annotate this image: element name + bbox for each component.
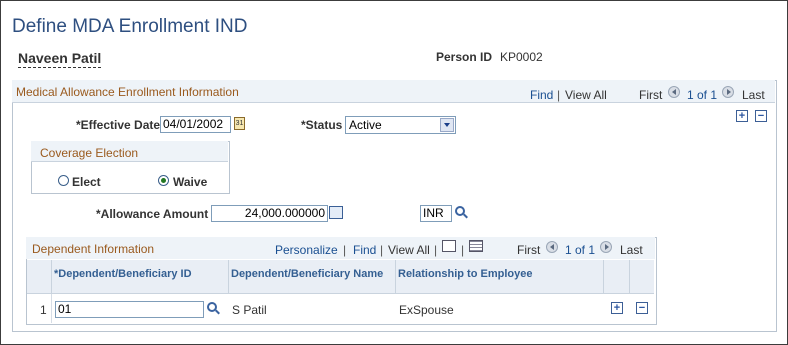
dependents-last-label: Last [620,243,643,257]
elect-radio[interactable] [58,175,69,186]
dependents-header-title: Dependent Information [32,242,155,256]
new-window-icon[interactable] [442,240,456,252]
row-number-column-header [27,260,52,294]
status-select-value: Active [349,118,382,132]
grid-download-icon[interactable] [469,240,483,252]
calculator-icon[interactable] [329,206,343,219]
status-label: *Status [301,118,343,132]
person-id-label: Person ID [436,50,493,64]
enrollment-last-label: Last [742,88,765,102]
dependents-find-link[interactable]: Find [353,243,376,257]
status-select[interactable]: Active [345,116,456,134]
waive-radio[interactable] [158,175,169,186]
dependent-id-input[interactable]: 01 [55,301,204,318]
page-title: Define MDA Enrollment IND [12,16,248,37]
next-row-icon[interactable] [722,86,734,98]
column-header-dependent-id[interactable]: *Dependent/Beneficiary ID [52,260,229,294]
add-dependent-row-button[interactable]: + [611,302,623,314]
person-name: Naveen Patil [18,50,102,68]
separator: | [434,243,438,257]
add-column-header [604,260,630,294]
previous-row-icon[interactable] [546,241,558,253]
enrollment-row-count: 1 of 1 [687,88,718,102]
previous-row-icon[interactable] [668,86,680,98]
delete-dependent-row-button[interactable]: − [636,302,648,314]
row-number: 1 [40,303,47,317]
dependents-row-count: 1 of 1 [565,243,596,257]
relationship-value: ExSpouse [399,303,454,317]
allowance-amount-label: *Allowance Amount [96,207,209,221]
effective-date-label: *Effective Date [76,118,161,132]
next-row-icon[interactable] [600,241,612,253]
column-header-relationship[interactable]: Relationship to Employee [396,260,604,294]
calendar-icon[interactable]: 31 [234,117,245,130]
dependent-name-value: S Patil [232,303,267,317]
dependents-view-all-link[interactable]: View All [388,243,430,257]
dependents-first-label: First [517,243,541,257]
chevron-down-icon [440,118,454,132]
separator: | [343,243,347,257]
separator: | [380,243,384,257]
enrollment-first-label: First [639,88,663,102]
column-header-dependent-name[interactable]: Dependent/Beneficiary Name [229,260,396,294]
separator: | [461,243,465,257]
coverage-election-title: Coverage Election [40,146,139,160]
waive-radio-label: Waive [173,175,208,189]
person-id-value: KP0002 [500,50,543,64]
currency-input[interactable]: INR [420,205,452,222]
enrollment-header-title: Medical Allowance Enrollment Information [16,85,239,99]
effective-date-input[interactable]: 04/01/2002 [160,116,231,133]
allowance-amount-input[interactable]: 24,000.000000 [211,205,328,222]
enrollment-view-all-link[interactable]: View All [565,88,607,102]
personalize-link[interactable]: Personalize [275,243,338,257]
add-row-button[interactable]: + [736,110,748,122]
delete-row-button[interactable]: − [755,110,767,122]
delete-column-header [630,260,654,294]
enrollment-find-link[interactable]: Find [530,88,553,102]
elect-radio-label: Elect [72,175,101,189]
separator: | [557,88,561,102]
